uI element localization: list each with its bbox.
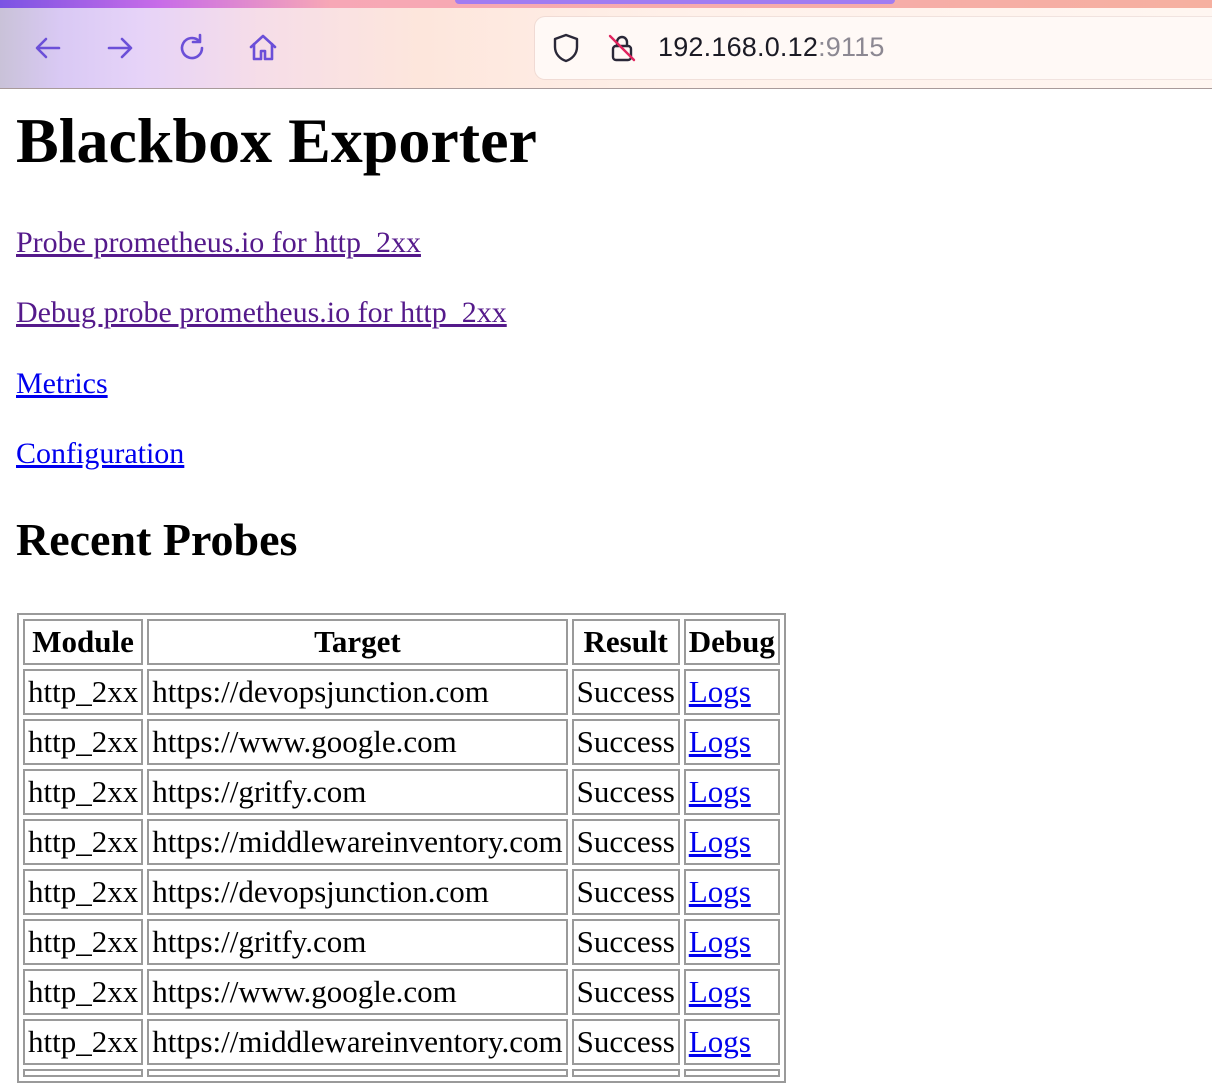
module-cell: http_2xx <box>23 919 144 965</box>
table-row: http_2xx https://devopsjunction.com Succes… <box>23 669 780 715</box>
debug-cell: Logs <box>683 719 780 765</box>
result-cell: Success <box>571 719 680 765</box>
target-cell: https://middlewareinventory.com <box>147 1019 568 1065</box>
target-cell: https://devopsjunction.com <box>147 669 568 715</box>
table-body: http_2xx https://devopsjunction.com Succes… <box>23 669 780 1077</box>
logs-link[interactable]: Logs <box>689 974 751 1009</box>
forward-button[interactable] <box>98 26 142 70</box>
url-port: :9115 <box>818 32 885 62</box>
result-cell: Success <box>571 819 680 865</box>
active-tab-indicator[interactable] <box>455 0 895 4</box>
target-cell: https://devopsjunction.com <box>147 869 568 915</box>
table-row: http_2xx https://gritfy.com Success Logs <box>23 769 780 815</box>
shield-icon[interactable] <box>549 31 583 65</box>
module-cell: http_2xx <box>23 969 144 1015</box>
debug-cell: Logs <box>683 669 780 715</box>
table-row <box>23 1069 780 1077</box>
target-cell: https://www.google.com <box>147 969 568 1015</box>
debug-cell: Logs <box>683 969 780 1015</box>
debug-cell: Logs <box>683 919 780 965</box>
module-cell: http_2xx <box>23 869 144 915</box>
result-cell: Success <box>571 769 680 815</box>
table-row: http_2xx https://gritfy.com Success Logs <box>23 919 780 965</box>
target-cell: https://middlewareinventory.com <box>147 819 568 865</box>
result-cell: Success <box>571 869 680 915</box>
target-cell: https://gritfy.com <box>147 919 568 965</box>
debug-cell: Logs <box>683 1019 780 1065</box>
debug-cell: Logs <box>683 869 780 915</box>
table-row: http_2xx https://middlewareinventory.com S… <box>23 819 780 865</box>
debug-probe-link[interactable]: Debug probe prometheus.io for http_2xx <box>16 295 507 331</box>
home-button[interactable] <box>241 26 285 70</box>
target-cell: https://www.google.com <box>147 719 568 765</box>
configuration-link[interactable]: Configuration <box>16 436 184 472</box>
home-icon <box>249 34 277 61</box>
probe-link[interactable]: Probe prometheus.io for http_2xx <box>16 225 421 261</box>
recent-probes-table: Module Target Result Debug http_2xx https… <box>17 613 786 1083</box>
page-title: Blackbox Exporter <box>16 105 537 176</box>
back-button[interactable] <box>26 26 70 70</box>
reload-button[interactable] <box>170 26 214 70</box>
browser-toolbar: 192.168.0.12:9115 <box>0 0 1212 89</box>
logs-link[interactable]: Logs <box>689 824 751 859</box>
debug-cell: Logs <box>683 819 780 865</box>
result-cell: Success <box>571 1019 680 1065</box>
url-text[interactable]: 192.168.0.12:9115 <box>658 32 885 63</box>
logs-link[interactable]: Logs <box>689 724 751 759</box>
arrow-left-icon <box>35 37 61 59</box>
column-header-target: Target <box>147 619 568 665</box>
table-row: http_2xx https://devopsjunction.com Succes… <box>23 869 780 915</box>
reload-icon <box>180 33 204 60</box>
address-bar[interactable]: 192.168.0.12:9115 <box>535 17 1212 79</box>
table-row: http_2xx https://middlewareinventory.com S… <box>23 1019 780 1065</box>
result-cell <box>571 1069 680 1077</box>
url-host: 192.168.0.12 <box>658 32 819 62</box>
module-cell: http_2xx <box>23 1019 144 1065</box>
module-cell: http_2xx <box>23 669 144 715</box>
arrow-right-icon <box>107 37 133 59</box>
debug-cell: Logs <box>683 769 780 815</box>
table-row: http_2xx https://www.google.com Success Log… <box>23 969 780 1015</box>
result-cell: Success <box>571 669 680 715</box>
logs-link[interactable]: Logs <box>689 774 751 809</box>
target-cell <box>147 1069 568 1077</box>
result-cell: Success <box>571 969 680 1015</box>
metrics-link[interactable]: Metrics <box>16 366 108 402</box>
module-cell: http_2xx <box>23 819 144 865</box>
insecure-lock-icon[interactable] <box>605 31 639 65</box>
recent-probes-heading: Recent Probes <box>16 514 298 565</box>
logs-link[interactable]: Logs <box>689 1024 751 1059</box>
debug-cell <box>683 1069 780 1077</box>
column-header-result: Result <box>571 619 680 665</box>
module-cell: http_2xx <box>23 769 144 815</box>
module-cell: http_2xx <box>23 719 144 765</box>
logs-link[interactable]: Logs <box>689 674 751 709</box>
result-cell: Success <box>571 919 680 965</box>
column-header-module: Module <box>23 619 144 665</box>
target-cell: https://gritfy.com <box>147 769 568 815</box>
column-header-debug: Debug <box>683 619 780 665</box>
table-header-row: Module Target Result Debug <box>23 619 780 665</box>
logs-link[interactable]: Logs <box>689 924 751 959</box>
table-row: http_2xx https://www.google.com Success Log… <box>23 719 780 765</box>
module-cell <box>23 1069 144 1077</box>
logs-link[interactable]: Logs <box>689 874 751 909</box>
